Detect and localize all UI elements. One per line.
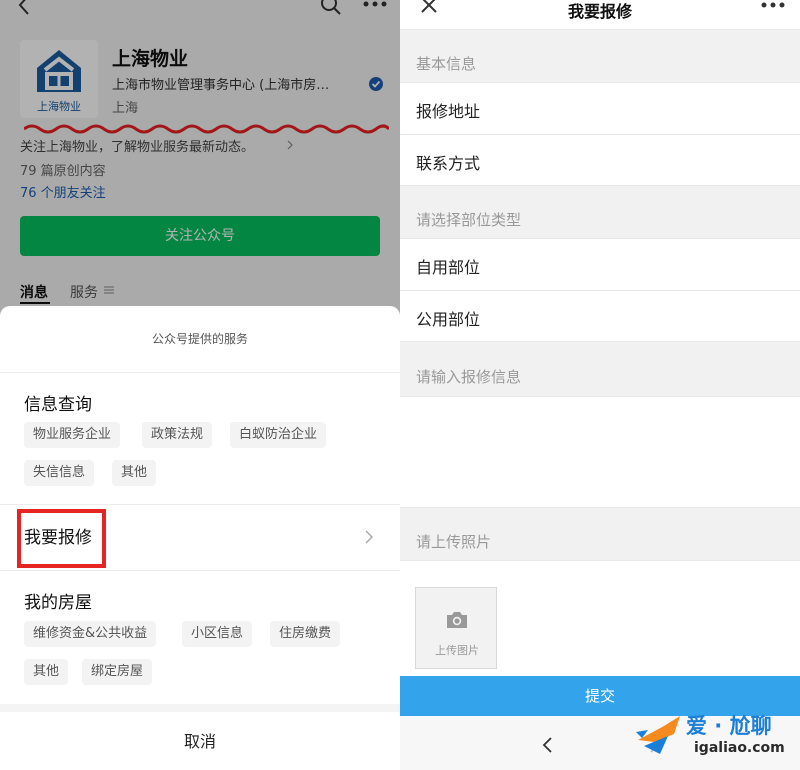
section-title-my-house: 我的房屋 (24, 593, 92, 613)
contact-field[interactable]: 联系方式 (400, 134, 800, 186)
section-title-info-query: 信息查询 (24, 395, 92, 415)
sheet-title: 公众号提供的服务 (151, 332, 248, 346)
upload-photo-button[interactable]: 上传图片 (415, 587, 497, 669)
more-icon[interactable] (760, 0, 786, 12)
divider (0, 570, 400, 571)
chip-maintenance-fund[interactable]: 维修资金&公共收益 (24, 621, 157, 647)
page-header: 我要报修 (400, 0, 800, 30)
chip-policies[interactable]: 政策法规 (142, 422, 213, 448)
private-part-label: 自用部位 (416, 258, 481, 277)
chip-other[interactable]: 其他 (24, 659, 69, 685)
watermark-logo-icon (636, 716, 680, 754)
right-panel: 我要报修 基本信息 报修地址 联系方式 请选择部位类型 自用部位 公用部位 请输… (400, 0, 800, 770)
modal-overlay[interactable] (0, 0, 400, 330)
photo-upload-area: 上传图片 (400, 560, 800, 676)
left-panel: 上海物业 上海物业 上海市物业管理事务中心 (上海市房… 上海 关注上海物业，了… (0, 0, 400, 770)
group-label-basic-info: 基本信息 (416, 55, 477, 73)
chip-housing-payment[interactable]: 住房缴费 (270, 621, 341, 647)
chip-termite-companies[interactable]: 白蚁防治企业 (230, 422, 327, 448)
private-part-option[interactable]: 自用部位 (400, 238, 800, 290)
divider (0, 372, 400, 373)
chip-other[interactable]: 其他 (112, 460, 157, 486)
address-label: 报修地址 (416, 102, 481, 121)
browser-bottom-bar: 爱 · 尬聊 igaliao.com (400, 714, 800, 770)
public-part-option[interactable]: 公用部位 (400, 290, 800, 342)
contact-label: 联系方式 (416, 154, 481, 173)
chip-bind-house[interactable]: 绑定房屋 (82, 659, 153, 685)
red-highlight-box (17, 509, 106, 568)
back-icon[interactable] (540, 736, 554, 754)
camera-icon (447, 612, 467, 628)
repair-menu-item[interactable]: 我要报修 (0, 504, 400, 570)
watermark-text: 爱 · 尬聊 (686, 714, 772, 738)
chip-property-companies[interactable]: 物业服务企业 (24, 422, 121, 448)
page-title: 我要报修 (567, 2, 632, 21)
group-label-photo: 请上传照片 (416, 533, 492, 551)
watermark: 爱 · 尬聊 igaliao.com (632, 706, 800, 770)
watermark-url: igaliao.com (694, 740, 785, 756)
services-bottom-sheet: 公众号提供的服务 信息查询 物业服务企业 政策法规 白蚁防治企业 失信信息 其他… (0, 306, 400, 770)
group-label-repair-info: 请输入报修信息 (416, 368, 522, 386)
chip-community-info[interactable]: 小区信息 (182, 621, 253, 647)
public-part-label: 公用部位 (416, 310, 481, 329)
chip-dishonesty-info[interactable]: 失信信息 (24, 460, 95, 486)
group-label-part-type: 请选择部位类型 (416, 211, 522, 229)
cancel-button[interactable]: 取消 (0, 728, 400, 752)
upload-text: 上传图片 (435, 644, 479, 657)
chevron-right-icon (365, 530, 374, 544)
repair-info-textarea[interactable] (400, 396, 800, 508)
address-field[interactable]: 报修地址 (400, 82, 800, 134)
sheet-gap (0, 704, 400, 712)
